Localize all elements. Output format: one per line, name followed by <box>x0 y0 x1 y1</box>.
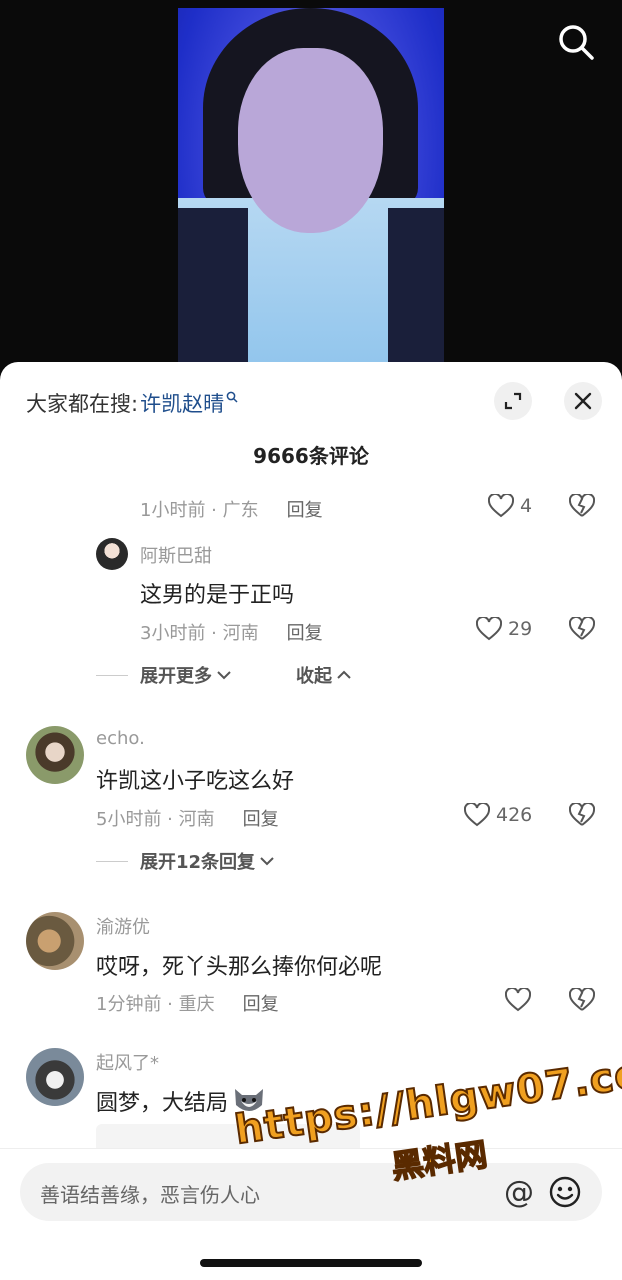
comment-time: 1分钟前 · 重庆 <box>96 994 215 1015</box>
dislike-button[interactable] <box>568 492 596 522</box>
expand-replies-label: 展开12条回复 <box>140 852 256 873</box>
chevron-up-icon <box>337 670 351 679</box>
like-button[interactable]: 426 <box>464 803 532 827</box>
expand-replies-button[interactable]: 展开12条回复 <box>96 848 275 874</box>
hot-search-label: 大家都在搜: <box>26 392 139 416</box>
comment-meta: 5小时前 · 河南 回复 <box>96 805 279 831</box>
like-count: 426 <box>496 804 533 826</box>
comment-input-bar: 善语结善缘，恶言伤人心 @ <box>0 1148 622 1280</box>
comment-time: 1小时前 · 广东 <box>140 500 259 521</box>
close-icon <box>574 392 592 410</box>
chevron-down-icon <box>260 857 274 866</box>
avatar[interactable] <box>26 726 84 784</box>
emoji-icon[interactable] <box>548 1175 582 1209</box>
like-count: 29 <box>508 618 533 640</box>
video-frame <box>178 8 444 380</box>
like-button[interactable]: 4 <box>488 494 532 518</box>
reply-button[interactable]: 回复 <box>243 805 279 831</box>
comment-author[interactable]: 渝游优 <box>96 913 150 939</box>
collapse-button[interactable]: 收起 <box>296 662 352 688</box>
heart-icon <box>505 988 531 1012</box>
dislike-button[interactable] <box>568 615 596 645</box>
dislike-button[interactable] <box>568 986 596 1016</box>
like-button[interactable]: 29 <box>476 617 532 641</box>
comment-author[interactable]: 阿斯巴甜 <box>140 542 212 568</box>
avatar[interactable] <box>96 538 128 570</box>
input-placeholder: 善语结善缘，恶言伤人心 <box>40 1183 260 1207</box>
chevron-down-icon <box>217 671 231 680</box>
like-count: 4 <box>520 495 533 517</box>
hot-search[interactable]: 大家都在搜: 许凯赵晴 <box>26 388 238 418</box>
broken-heart-icon <box>568 615 596 640</box>
expand-button[interactable] <box>494 382 532 420</box>
video-player[interactable] <box>0 0 622 380</box>
comment-time: 3小时前 · 河南 <box>140 623 259 644</box>
comment-time: 5小时前 · 河南 <box>96 809 215 830</box>
heart-icon <box>488 494 514 518</box>
collapse-label: 收起 <box>296 666 332 687</box>
sheet-header: 大家都在搜: 许凯赵晴 <box>0 362 622 442</box>
avatar[interactable] <box>26 1048 84 1106</box>
search-icon[interactable] <box>556 22 596 62</box>
home-indicator[interactable] <box>200 1259 422 1267</box>
heart-icon <box>464 803 490 827</box>
expand-more-label: 展开更多 <box>140 666 212 687</box>
comment-meta: 3小时前 · 河南 回复 <box>140 619 323 645</box>
broken-heart-icon <box>568 986 596 1011</box>
like-button[interactable] <box>505 988 537 1012</box>
heart-icon <box>476 617 502 641</box>
comment-text: 许凯这小子吃这么好 <box>96 769 295 794</box>
broken-heart-icon <box>568 492 596 517</box>
avatar[interactable] <box>26 912 84 970</box>
comment-author[interactable]: echo. <box>96 728 145 749</box>
comment-text: 圆梦，大结局 <box>96 1091 229 1116</box>
small-search-icon <box>226 391 238 407</box>
broken-heart-icon <box>568 801 596 826</box>
comment-input[interactable]: 善语结善缘，恶言伤人心 @ <box>20 1163 602 1221</box>
hot-search-keyword[interactable]: 许凯赵晴 <box>140 388 224 418</box>
comments-count: 9666条评论 <box>253 444 369 468</box>
dislike-button[interactable] <box>568 801 596 831</box>
reply-button[interactable]: 回复 <box>243 990 279 1016</box>
expand-icon <box>504 392 522 410</box>
expand-more-button[interactable]: 展开更多 <box>96 662 232 688</box>
comment-author[interactable]: 起风了* <box>96 1049 159 1075</box>
comment-text: 这男的是于正吗 <box>140 583 295 608</box>
comment-text: 哎呀，死丫头那么捧你何必呢 <box>96 955 383 980</box>
close-button[interactable] <box>564 382 602 420</box>
at-icon[interactable]: @ <box>504 1175 534 1210</box>
reply-button[interactable]: 回复 <box>287 619 323 645</box>
reply-button[interactable]: 回复 <box>287 496 323 522</box>
comment-meta: 1小时前 · 广东 回复 <box>140 496 323 522</box>
comment-meta: 1分钟前 · 重庆 回复 <box>96 990 279 1016</box>
